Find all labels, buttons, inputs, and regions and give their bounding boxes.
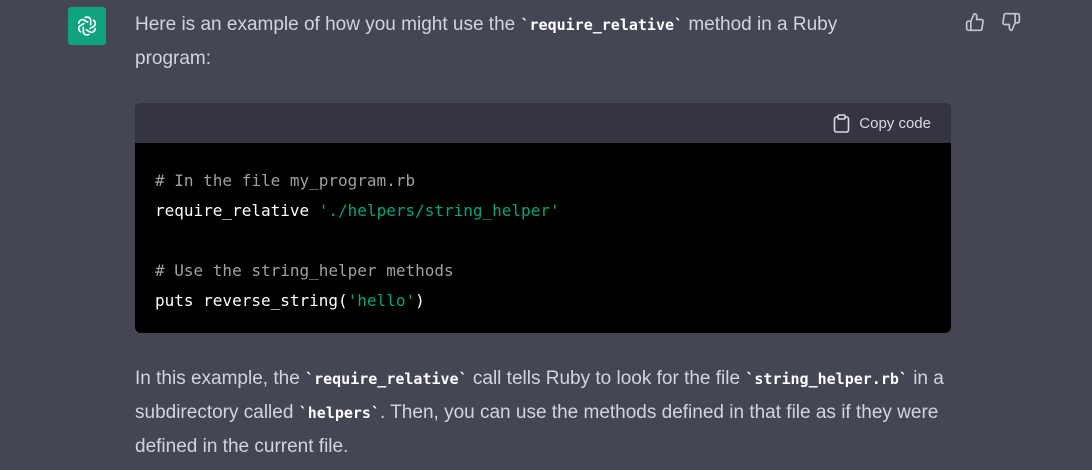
thumbs-up-icon bbox=[965, 12, 984, 32]
intro-text-1: Here is an example of how you might use … bbox=[135, 14, 521, 35]
code-content: # In the file my_program.rb require_relat… bbox=[135, 143, 951, 333]
code-line-1: # In the file my_program.rb bbox=[155, 166, 931, 196]
openai-logo-icon bbox=[77, 16, 97, 36]
inline-code-string-helper: `string_helper.rb` bbox=[745, 370, 908, 388]
clipboard-icon bbox=[833, 113, 850, 133]
code-call: puts reverse_string( bbox=[155, 291, 348, 310]
thumbs-down-icon bbox=[1002, 12, 1021, 32]
code-keyword: require_relative bbox=[155, 201, 319, 220]
code-comment: # In the file my_program.rb bbox=[155, 171, 416, 190]
code-line-5: puts reverse_string('hello') bbox=[155, 286, 931, 316]
code-string: 'hello' bbox=[347, 291, 416, 310]
outro-text-2: call tells Ruby to look for the file bbox=[467, 368, 746, 389]
inline-code-helpers: `helpers` bbox=[298, 404, 380, 422]
inline-code-require-relative: `require_relative` bbox=[520, 16, 684, 34]
code-comment: # Use the string_helper methods bbox=[155, 261, 454, 280]
code-paren: ) bbox=[415, 291, 425, 310]
thumbs-up-button[interactable] bbox=[962, 9, 988, 35]
code-line-2: require_relative './helpers/string_helpe… bbox=[155, 196, 931, 226]
code-block-header: Copy code bbox=[135, 103, 951, 143]
inline-code-require-relative: `require_relative` bbox=[305, 370, 468, 388]
intro-paragraph: Here is an example of how you might use … bbox=[135, 8, 895, 76]
copy-code-label: Copy code bbox=[859, 114, 931, 132]
code-string: './helpers/string_helper' bbox=[318, 201, 560, 220]
outro-text-1: In this example, the bbox=[135, 368, 306, 389]
feedback-buttons bbox=[962, 9, 1024, 35]
code-line-4: # Use the string_helper methods bbox=[155, 256, 931, 286]
thumbs-down-button[interactable] bbox=[998, 9, 1024, 35]
assistant-avatar bbox=[68, 7, 106, 45]
copy-code-button[interactable]: Copy code bbox=[833, 113, 931, 133]
code-block: Copy code # In the file my_program.rbreq… bbox=[135, 103, 951, 333]
explanation-paragraph: In this example, the `require_relative` … bbox=[135, 362, 951, 464]
